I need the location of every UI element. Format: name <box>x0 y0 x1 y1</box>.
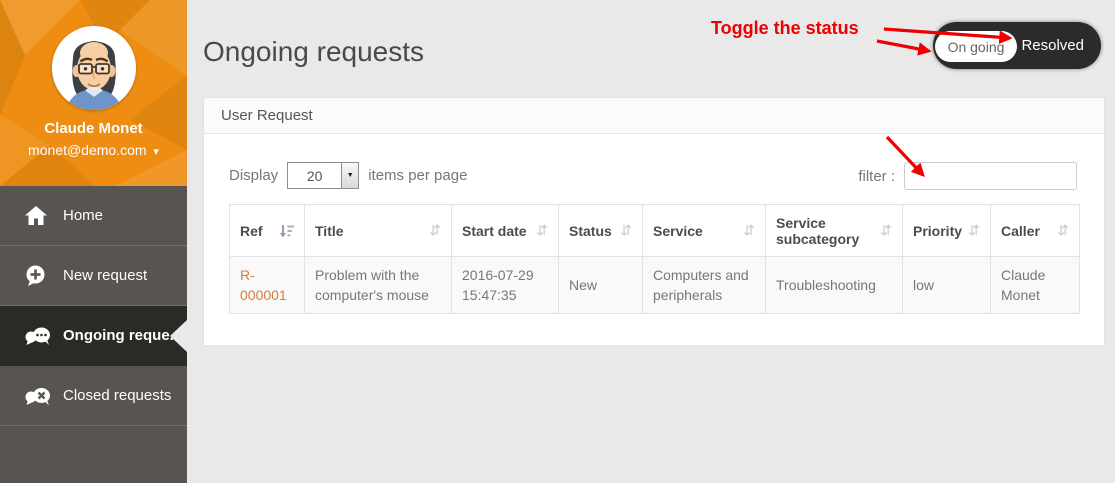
column-label: Caller <box>1001 223 1040 239</box>
column-label: Ref <box>240 223 263 239</box>
user-menu-dropdown[interactable]: monet@demo.com ▾ <box>0 142 187 158</box>
ongoing-requests-icon <box>25 326 51 346</box>
page-size-value: 20 <box>307 168 323 184</box>
sort-icon: ⇵ <box>880 222 892 239</box>
sidebar-item-new-request[interactable]: New request <box>0 246 187 306</box>
page-title: Ongoing requests <box>203 36 424 68</box>
page-size-select[interactable]: 20 ▼ <box>287 162 359 189</box>
sidebar-item-label: Ongoing reque... <box>63 327 182 344</box>
table-header-row: Ref Title ⇵ Start date ⇵ Status ⇵ <box>230 205 1080 257</box>
cell-caller: Claude Monet <box>991 257 1080 314</box>
sidebar-item-label: Home <box>63 207 103 224</box>
cell-service: Computers and peripherals <box>643 257 766 314</box>
column-header-service[interactable]: Service ⇵ <box>643 205 766 257</box>
column-label: Service subcategory <box>776 215 876 247</box>
column-label: Priority <box>913 223 962 239</box>
new-request-icon <box>25 265 51 286</box>
column-header-title[interactable]: Title ⇵ <box>305 205 452 257</box>
ticket-link[interactable]: R-000001 <box>240 267 287 303</box>
sidebar-item-label: Closed requests <box>63 387 171 404</box>
column-header-start-date[interactable]: Start date ⇵ <box>452 205 559 257</box>
column-header-status[interactable]: Status ⇵ <box>559 205 643 257</box>
sort-icon: ⇵ <box>968 222 980 239</box>
closed-requests-icon <box>25 386 51 406</box>
sort-icon: ⇵ <box>1057 222 1069 239</box>
portal-page: Claude Monet monet@demo.com ▾ Home New r… <box>0 0 1115 483</box>
filter-label: filter : <box>858 168 895 185</box>
user-email: monet@demo.com <box>28 142 146 158</box>
column-label: Title <box>315 223 344 239</box>
length-menu: Display 20 ▼ items per page <box>229 162 467 189</box>
toggle-option-ongoing[interactable]: On going <box>935 31 1017 62</box>
sidebar-item-closed-requests[interactable]: Closed requests <box>0 366 187 426</box>
sort-icon: ⇵ <box>620 222 632 239</box>
sidebar-item-label: New request <box>63 267 147 284</box>
status-toggle[interactable]: On going Resolved <box>933 22 1101 69</box>
cell-ref: R-000001 <box>230 257 305 314</box>
user-name: Claude Monet <box>0 120 187 137</box>
table-row[interactable]: R-000001 Problem with the computer's mou… <box>230 257 1080 314</box>
filter-input[interactable] <box>904 162 1077 190</box>
cell-start-date: 2016-07-29 15:47:35 <box>452 257 559 314</box>
requests-table: Ref Title ⇵ Start date ⇵ Status ⇵ <box>229 204 1080 314</box>
length-menu-prefix: Display <box>229 167 278 184</box>
sort-icon: ⇵ <box>429 222 441 239</box>
column-header-service-subcategory[interactable]: Service subcategory⇵ <box>766 205 903 257</box>
column-label: Start date <box>462 223 527 239</box>
sidebar-item-ongoing-requests[interactable]: Ongoing reque... <box>0 306 187 366</box>
sidebar-item-home[interactable]: Home <box>0 186 187 246</box>
user-request-panel: User Request Display 20 ▼ items per page… <box>203 97 1105 346</box>
sort-icon: ⇵ <box>743 222 755 239</box>
sort-icon: ⇵ <box>536 222 548 239</box>
toggle-option-resolved[interactable]: Resolved <box>1021 22 1084 69</box>
profile-section: Claude Monet monet@demo.com ▾ <box>0 0 187 186</box>
column-header-ref[interactable]: Ref <box>230 205 305 257</box>
column-header-priority[interactable]: Priority ⇵ <box>903 205 991 257</box>
sort-desc-icon <box>279 224 294 238</box>
filter-box: filter : <box>858 162 1077 190</box>
sidebar: Claude Monet monet@demo.com ▾ Home New r… <box>0 0 187 483</box>
home-icon <box>25 206 51 225</box>
cell-status: New <box>559 257 643 314</box>
panel-title: User Request <box>204 98 1104 134</box>
avatar <box>52 26 136 110</box>
chevron-down-icon: ▾ <box>153 146 159 158</box>
column-label: Status <box>569 223 612 239</box>
cell-service-subcategory: Troubleshooting <box>766 257 903 314</box>
column-label: Service <box>653 223 703 239</box>
column-header-caller[interactable]: Caller ⇵ <box>991 205 1080 257</box>
annotation-toggle-status: Toggle the status <box>711 18 859 39</box>
select-caret-icon: ▼ <box>341 163 358 188</box>
avatar-illustration <box>52 26 136 110</box>
cell-priority: low <box>903 257 991 314</box>
length-menu-suffix: items per page <box>368 167 467 184</box>
cell-title: Problem with the computer's mouse <box>305 257 452 314</box>
